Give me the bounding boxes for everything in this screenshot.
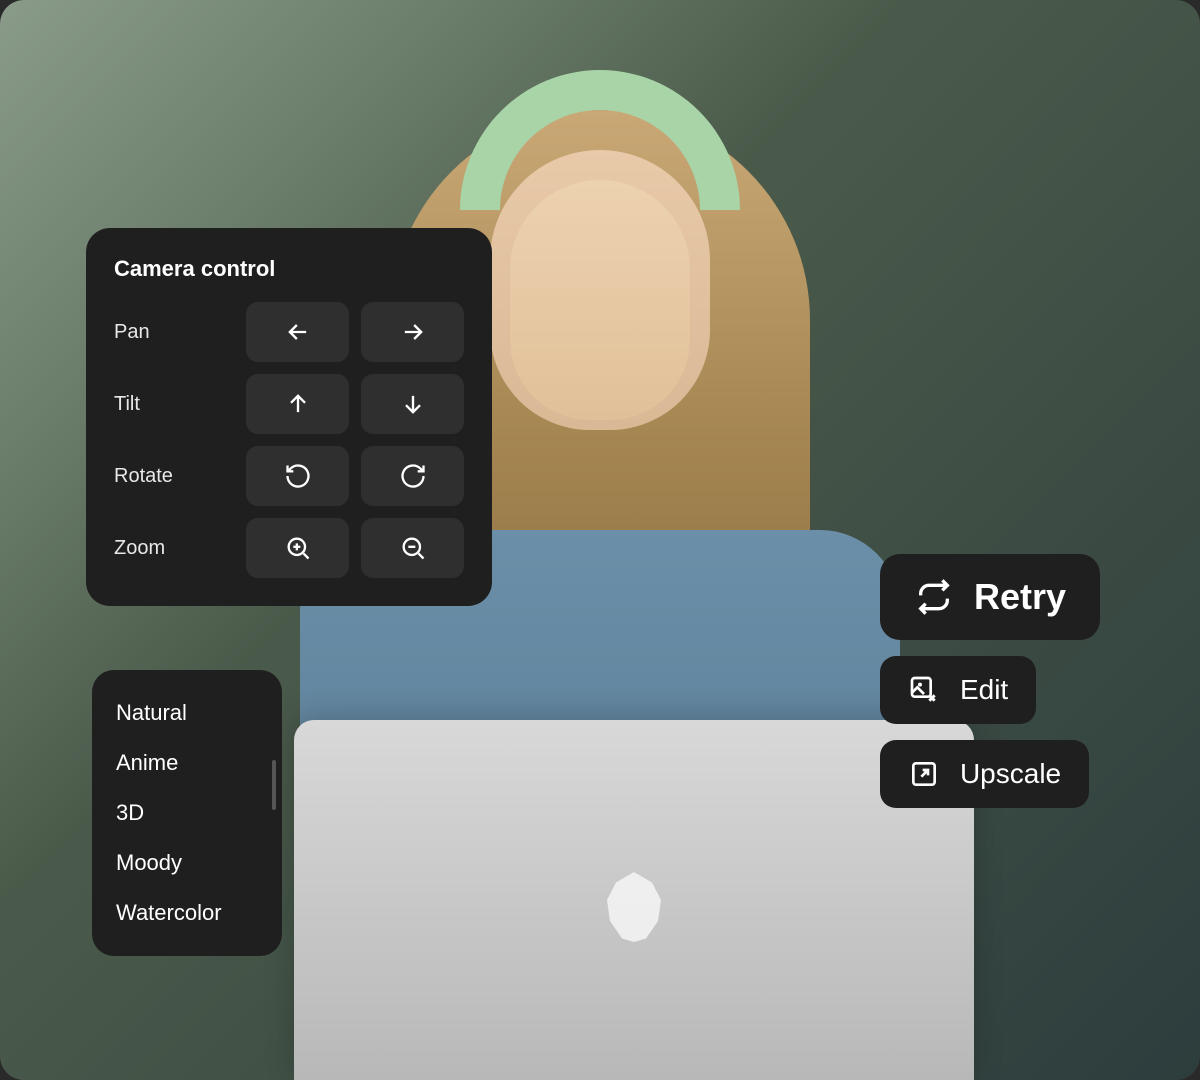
zoom-row: Zoom — [114, 518, 464, 578]
camera-control-panel: Camera control Pan Tilt Rotate Zoom — [86, 228, 492, 606]
edit-image-icon — [908, 674, 940, 706]
retry-icon — [914, 577, 954, 617]
arrow-up-icon — [284, 390, 312, 418]
apple-logo-icon — [604, 872, 664, 942]
arrow-down-icon — [399, 390, 427, 418]
upscale-button[interactable]: Upscale — [880, 740, 1089, 808]
zoom-out-button[interactable] — [361, 518, 464, 578]
camera-control-title: Camera control — [114, 256, 464, 282]
zoom-in-button[interactable] — [246, 518, 349, 578]
style-item-anime[interactable]: Anime — [92, 738, 282, 788]
laptop-illustration — [294, 720, 974, 1080]
rotate-cw-icon — [399, 462, 427, 490]
action-buttons: Retry Edit Upscale — [880, 554, 1100, 808]
tilt-row: Tilt — [114, 374, 464, 434]
edit-label: Edit — [960, 674, 1008, 706]
zoom-out-icon — [399, 534, 427, 562]
style-item-natural[interactable]: Natural — [92, 688, 282, 738]
tilt-label: Tilt — [114, 393, 234, 416]
upscale-icon — [908, 758, 940, 790]
zoom-label: Zoom — [114, 537, 234, 560]
rotate-cw-button[interactable] — [361, 446, 464, 506]
arrow-left-icon — [284, 318, 312, 346]
style-item-moody[interactable]: Moody — [92, 838, 282, 888]
upscale-label: Upscale — [960, 758, 1061, 790]
pan-row: Pan — [114, 302, 464, 362]
edit-button[interactable]: Edit — [880, 656, 1036, 724]
retry-button[interactable]: Retry — [880, 554, 1100, 640]
rotate-ccw-button[interactable] — [246, 446, 349, 506]
tilt-up-button[interactable] — [246, 374, 349, 434]
rotate-row: Rotate — [114, 446, 464, 506]
scrollbar[interactable] — [272, 760, 276, 810]
style-item-watercolor[interactable]: Watercolor — [92, 888, 282, 938]
style-menu: Natural Anime 3D Moody Watercolor — [92, 670, 282, 956]
retry-label: Retry — [974, 576, 1066, 618]
rotate-ccw-icon — [284, 462, 312, 490]
style-item-3d[interactable]: 3D — [92, 788, 282, 838]
tilt-down-button[interactable] — [361, 374, 464, 434]
pan-left-button[interactable] — [246, 302, 349, 362]
rotate-label: Rotate — [114, 465, 234, 488]
zoom-in-icon — [284, 534, 312, 562]
pan-right-button[interactable] — [361, 302, 464, 362]
arrow-right-icon — [399, 318, 427, 346]
pan-label: Pan — [114, 321, 234, 344]
